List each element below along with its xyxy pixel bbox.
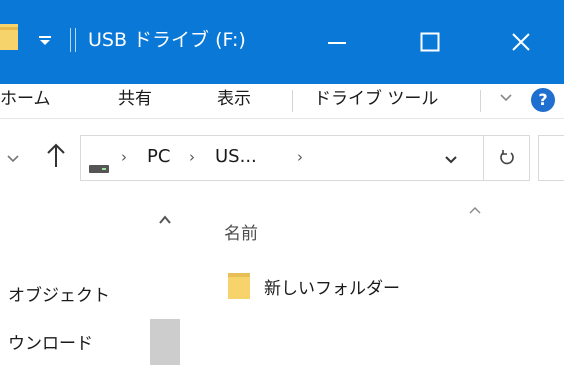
breadcrumb-pc[interactable]: PC (147, 142, 170, 172)
navigation-pane: オブジェクト ウンロード (0, 199, 188, 365)
up-arrow-icon[interactable] (46, 143, 66, 173)
nav-item-objects[interactable]: オブジェクト (8, 281, 110, 306)
expand-ribbon-icon[interactable] (498, 90, 514, 106)
minimize-icon (328, 42, 346, 44)
ribbon-divider (292, 90, 293, 112)
close-button[interactable] (486, 0, 556, 84)
maximize-button[interactable] (395, 0, 465, 84)
folder-icon (0, 24, 18, 50)
title-bar: USB ドライブ (F:) (0, 0, 564, 84)
sort-ascending-icon[interactable] (468, 200, 482, 219)
list-item[interactable]: 新しいフォルダー (226, 270, 400, 302)
folder-icon (226, 271, 252, 301)
scroll-up-icon[interactable] (158, 211, 172, 230)
ribbon-tabs: ホーム 共有 表示 ドライブ ツール ? (0, 84, 564, 119)
scrollbar-thumb[interactable] (150, 319, 180, 365)
navigation-bar: › PC › US... › (0, 119, 564, 199)
breadcrumb-separator: › (297, 148, 303, 166)
column-header-name[interactable]: 名前 (224, 219, 258, 244)
recent-locations-icon[interactable] (6, 151, 20, 170)
tab-view[interactable]: 表示 (217, 84, 251, 118)
close-icon (512, 33, 530, 51)
drive-icon (89, 158, 109, 173)
breadcrumb-usb[interactable]: US... (215, 142, 257, 172)
minimize-button[interactable] (302, 0, 372, 84)
ribbon-divider (480, 90, 481, 112)
address-dropdown-icon[interactable] (443, 152, 459, 172)
tab-home[interactable]: ホーム (0, 84, 51, 118)
refresh-button[interactable] (484, 135, 530, 181)
address-bar[interactable]: › PC › US... › (80, 135, 484, 181)
maximize-icon (420, 32, 440, 52)
tab-share[interactable]: 共有 (118, 84, 152, 118)
breadcrumb-separator: › (121, 148, 127, 166)
tab-drive-tools[interactable]: ドライブ ツール (314, 84, 438, 118)
folder-name: 新しいフォルダー (264, 278, 400, 299)
search-box[interactable] (538, 135, 564, 181)
title-separator (70, 28, 76, 52)
breadcrumb-separator: › (189, 148, 195, 166)
quick-access-dropdown-icon[interactable] (36, 30, 54, 48)
help-icon[interactable]: ? (531, 88, 555, 112)
nav-item-downloads[interactable]: ウンロード (8, 329, 93, 354)
window-title: USB ドライブ (F:) (88, 29, 246, 51)
refresh-icon (499, 150, 514, 165)
